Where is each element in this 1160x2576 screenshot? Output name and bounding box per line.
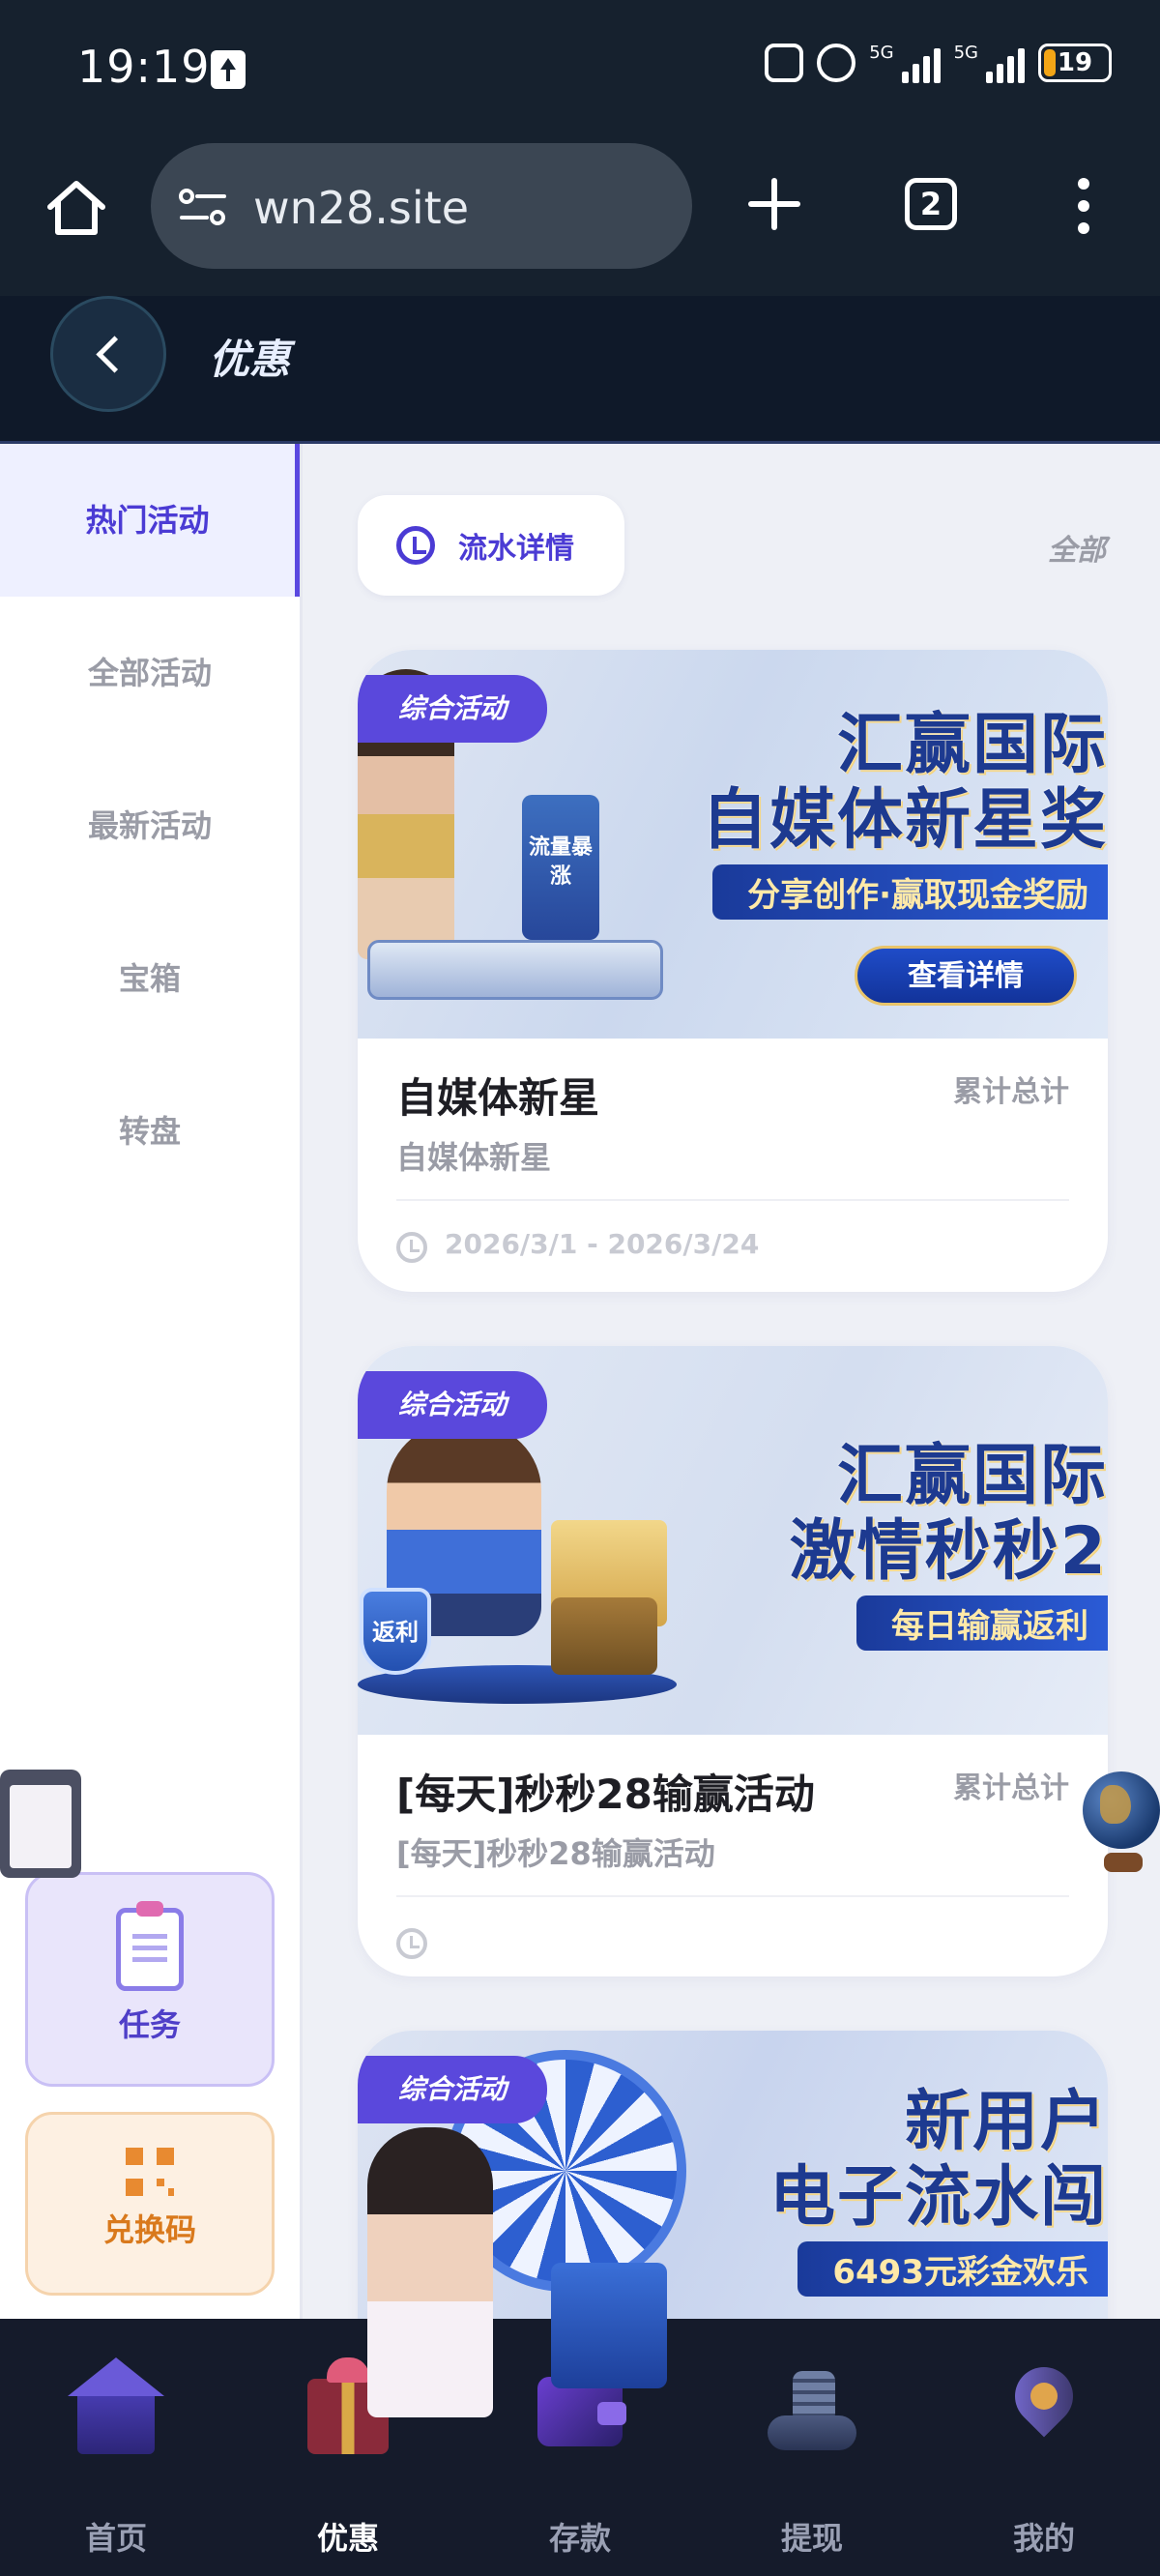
nav-label: 优惠: [316, 2520, 379, 2557]
nav-label: 提现: [780, 2520, 843, 2557]
browser-chrome: 19:19 5G 5G 19 wn28.site 2: [0, 0, 1160, 296]
home-icon-roof: [68, 2357, 164, 2396]
clipboard-icon: [116, 1901, 184, 1991]
site-settings-icon[interactable]: [178, 186, 228, 228]
flow-details-button[interactable]: 流水详情: [358, 495, 624, 596]
banner-line-2: 激情秒秒2: [789, 1513, 1108, 1590]
clock-icon: [396, 1928, 427, 1959]
category-tag: 综合活动: [358, 2056, 548, 2123]
promo-banner[interactable]: 综合活动 流量暴涨 汇赢国际 自媒体新星奖 分享创作·赢取现金奖励 查看详情: [358, 650, 1108, 1039]
nav-label: 首页: [84, 2520, 147, 2557]
card-total-label: 累计总计: [953, 1075, 1069, 1109]
signal-icon: [901, 43, 941, 83]
category-tag: 综合活动: [358, 675, 548, 743]
card-divider: [396, 1199, 1069, 1201]
page-title: 优惠: [209, 336, 291, 383]
promo-banner[interactable]: 综合活动 返利 汇赢国际 激情秒秒2 每日输赢返利: [358, 1346, 1108, 1735]
network-type-2: 5G: [953, 43, 978, 63]
nav-withdraw[interactable]: 提现: [696, 2319, 928, 2576]
banner-strip: 每日输赢返利: [856, 1595, 1108, 1651]
banner-strip: 分享创作·赢取现金奖励: [712, 864, 1108, 920]
banner-line-2: 电子流水闯: [768, 2159, 1108, 2236]
upload-icon: [211, 50, 246, 89]
all-filter-link[interactable]: 全部: [1048, 526, 1106, 569]
tab-switcher-button[interactable]: 2: [905, 178, 957, 230]
sidebar-item-wheel[interactable]: 转盘: [0, 1055, 300, 1208]
floating-globe-icon[interactable]: [1079, 1771, 1160, 1878]
sidebar-item-latest[interactable]: 最新活动: [0, 749, 300, 902]
podium-figure: [367, 940, 663, 1000]
model-figure: [367, 2127, 493, 2417]
hand-icon: [768, 2415, 856, 2450]
globe-stand: [1104, 1853, 1143, 1872]
clock-icon: [396, 1232, 427, 1263]
safe-figure: [551, 1597, 657, 1675]
shield-label: 返利: [372, 1619, 419, 1646]
card-date-range: 2026/3/1 - 2026/3/24: [445, 1228, 760, 1260]
sidebar-item-all[interactable]: 全部活动: [0, 597, 300, 749]
qr-code-icon: [126, 2148, 174, 2196]
home-icon[interactable]: [43, 174, 110, 242]
card-subtitle: 自媒体新星: [396, 1139, 552, 1176]
globe-ball: [1083, 1771, 1160, 1849]
banner-line-2: 自媒体新星奖: [701, 782, 1108, 859]
nav-label: 存款: [548, 2520, 611, 2557]
pin-icon-dot: [1030, 2383, 1058, 2410]
banner-headline: 汇赢国际 自媒体新星奖 分享创作·赢取现金奖励: [702, 708, 1108, 920]
category-tag: 综合活动: [358, 1371, 548, 1439]
gift-icon-bow: [327, 2357, 369, 2383]
home-icon-body: [77, 2386, 155, 2454]
banner-line-1: 汇赢国际: [836, 707, 1108, 783]
flow-details-label: 流水详情: [458, 532, 574, 566]
redeem-code-label: 兑换码: [102, 2211, 196, 2248]
task-button[interactable]: 任务: [25, 1872, 275, 2087]
withdraw-icon: [764, 2357, 860, 2454]
task-label: 任务: [118, 2006, 181, 2043]
banner-headline: 新用户 电子流水闯 6493元彩金欢乐: [769, 2085, 1108, 2297]
page-header: 优惠: [0, 296, 1160, 444]
profile-icon: [996, 2355, 1092, 2454]
nav-home[interactable]: 首页: [0, 2319, 232, 2576]
card-subtitle: [每天]秒秒28输赢活动: [396, 1835, 715, 1872]
shield-icon: 返利: [360, 1588, 431, 1675]
browser-menu-icon[interactable]: [1075, 178, 1092, 234]
new-tab-button[interactable]: [744, 174, 804, 234]
redeem-code-button[interactable]: 兑换码: [25, 2112, 275, 2296]
alarm-icon: [817, 44, 856, 82]
status-time: 19:19: [77, 41, 211, 93]
promo-card[interactable]: 综合活动 流量暴涨 汇赢国际 自媒体新星奖 分享创作·赢取现金奖励 查看详情 自…: [358, 650, 1108, 1292]
sidebar-item-treasure[interactable]: 宝箱: [0, 902, 300, 1055]
url-text[interactable]: wn28.site: [253, 182, 469, 234]
traffic-bag-figure: 流量暴涨: [522, 795, 599, 940]
banner-line-1: 汇赢国际: [836, 1438, 1108, 1514]
banner-strip: 6493元彩金欢乐: [798, 2241, 1108, 2297]
signal-icon-2: [986, 43, 1025, 83]
view-details-button[interactable]: 查看详情: [855, 946, 1077, 1006]
nav-label: 我的: [1012, 2520, 1075, 2557]
card-total-label: 累计总计: [953, 1771, 1069, 1805]
nav-profile[interactable]: 我的: [928, 2319, 1160, 2576]
sidebar-item-hot[interactable]: 热门活动: [0, 444, 300, 597]
slot-machine-figure: [551, 2263, 667, 2388]
banner-headline: 汇赢国际 激情秒秒2 每日输赢返利: [790, 1439, 1108, 1651]
status-icons: 5G 5G 19: [765, 43, 1112, 83]
history-icon: [396, 526, 435, 565]
floating-checklist-icon[interactable]: [0, 1770, 81, 1878]
home-icon: [68, 2357, 164, 2454]
nfc-icon: [765, 44, 804, 82]
battery-percent: 19: [1057, 48, 1093, 77]
card-title: 自媒体新星: [396, 1074, 600, 1122]
back-button[interactable]: [50, 296, 166, 412]
battery-icon: 19: [1038, 44, 1112, 82]
card-divider: [396, 1895, 1069, 1897]
network-type-1: 5G: [869, 43, 894, 63]
promo-card[interactable]: 综合活动 返利 汇赢国际 激情秒秒2 每日输赢返利 [每天]秒秒28输赢活动 累…: [358, 1346, 1108, 1976]
card-title: [每天]秒秒28输赢活动: [396, 1771, 815, 1818]
banner-line-1: 新用户: [904, 2084, 1108, 2160]
url-bar[interactable]: wn28.site: [151, 143, 692, 269]
banner-side-text: 流量暴涨: [528, 835, 593, 889]
